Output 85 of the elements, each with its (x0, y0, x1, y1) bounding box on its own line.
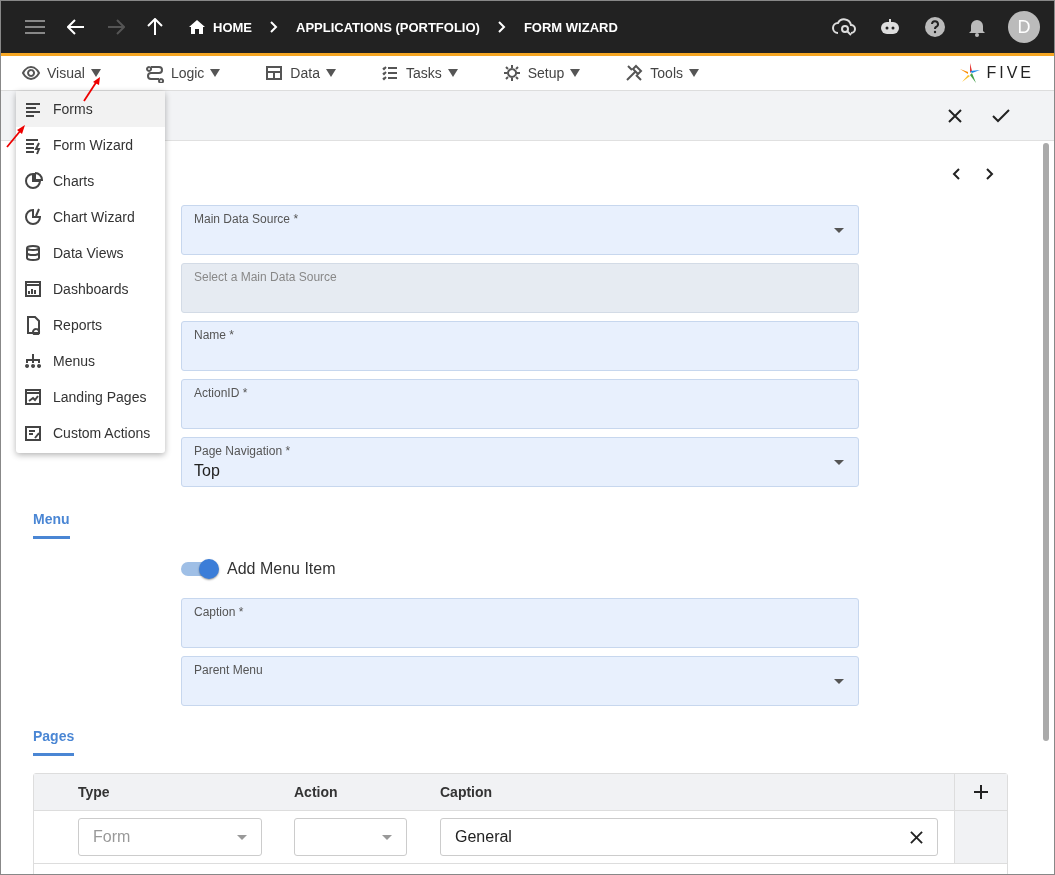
annotation-arrow (5, 124, 27, 148)
menu-item-icon (23, 171, 43, 191)
dropdown-item[interactable]: Forms (16, 91, 165, 127)
back-arrow-icon[interactable] (67, 19, 85, 35)
field-label: Main Data Source * (194, 212, 299, 226)
menu-item-icon (379, 63, 400, 83)
caption-input[interactable]: General (440, 818, 938, 856)
chevron-left-icon[interactable] (952, 168, 960, 180)
caret-icon (210, 69, 221, 77)
caret-icon (834, 228, 844, 233)
bell-icon[interactable] (968, 17, 986, 37)
chevron-right-icon[interactable] (986, 168, 994, 180)
clear-icon[interactable] (910, 830, 923, 844)
up-arrow-icon[interactable] (147, 18, 163, 36)
close-icon[interactable] (948, 108, 962, 123)
caret-icon (325, 69, 336, 77)
input-field[interactable]: Caption * (181, 598, 859, 648)
breadcrumb-link[interactable]: FORM WIZARD (523, 19, 618, 35)
menu-item-icon (624, 63, 645, 83)
column-header: Type (77, 784, 111, 800)
breadcrumb-link[interactable]: APPLICATIONS (PORTFOLIO) (296, 19, 480, 35)
menu-bar-item[interactable]: Logic (144, 63, 221, 83)
cloud-search-icon[interactable] (832, 17, 856, 37)
chevron-right-icon (497, 21, 506, 33)
section-heading: Pages (33, 728, 74, 756)
check-icon[interactable] (992, 108, 1010, 123)
caret-icon (834, 679, 844, 684)
caret-icon (570, 69, 581, 77)
field-value: Top (194, 462, 220, 480)
toggle-label: Add Menu Item (227, 560, 336, 578)
dropdown-item[interactable]: Data Views (16, 235, 165, 271)
home-icon (189, 20, 205, 34)
menu-item-icon (23, 387, 43, 407)
field-label: Parent Menu (194, 663, 263, 677)
add-icon[interactable] (974, 785, 988, 799)
select-field[interactable]: Page Navigation * Top (181, 437, 859, 487)
caret-icon (834, 460, 844, 465)
caret-icon (90, 69, 101, 77)
caret-icon (689, 69, 699, 77)
dropdown-item[interactable]: Menus (16, 343, 165, 379)
chevron-right-icon (270, 21, 278, 33)
dropdown-item[interactable]: Custom Actions (16, 415, 165, 451)
field-label: Caption * (194, 605, 244, 619)
dropdown-item[interactable]: Form Wizard (16, 127, 165, 163)
menu-item-icon (144, 63, 165, 83)
scrollbar[interactable] (1043, 143, 1049, 741)
menu-bar-item[interactable]: Tools (624, 63, 699, 83)
field-label: Page Navigation * (194, 444, 291, 458)
column-header: Action (294, 784, 339, 800)
caret-icon (382, 834, 392, 840)
robot-icon[interactable] (878, 18, 902, 36)
caret-icon (447, 69, 458, 77)
select-field[interactable]: Main Data Source * (181, 205, 859, 255)
annotation-arrow (82, 76, 102, 102)
menu-bar-item[interactable]: Data (264, 63, 336, 83)
menu-item-icon (21, 63, 41, 83)
toggle-switch[interactable] (181, 562, 217, 576)
dropdown-item[interactable]: Chart Wizard (16, 199, 165, 235)
dropdown-item[interactable]: Charts (16, 163, 165, 199)
menu-item-icon (264, 63, 285, 83)
menu-bar-item[interactable]: Visual (21, 63, 101, 83)
menu-icon[interactable] (25, 20, 45, 34)
input-field[interactable]: ActionID * (181, 379, 859, 429)
dropdown-item[interactable]: Landing Pages (16, 379, 165, 415)
menu-bar-item[interactable]: Tasks (379, 63, 458, 83)
dropdown-item[interactable]: Dashboards (16, 271, 165, 307)
menu-item-icon (23, 279, 43, 299)
field-placeholder: Select a Main Data Source (194, 270, 337, 284)
menu-item-icon (23, 243, 43, 263)
field-label: ActionID * (194, 386, 248, 400)
help-icon[interactable] (924, 16, 946, 38)
column-header: Caption (440, 784, 494, 800)
menu-item-icon (23, 207, 43, 227)
field-label: Name * (194, 328, 234, 342)
caret-icon (237, 834, 247, 840)
menu-item-icon (501, 63, 522, 83)
input-field[interactable]: Name * (181, 321, 859, 371)
logo-text: FIVE (986, 64, 1034, 82)
select-field[interactable]: Parent Menu (181, 656, 859, 706)
section-heading: Menu (33, 511, 70, 539)
menu-item-icon (23, 351, 43, 371)
dropdown-item[interactable]: Reports (16, 307, 165, 343)
menu-item-icon (23, 423, 43, 443)
breadcrumb-link[interactable]: HOME (189, 19, 252, 35)
menu-bar-item[interactable]: Setup (501, 63, 581, 83)
